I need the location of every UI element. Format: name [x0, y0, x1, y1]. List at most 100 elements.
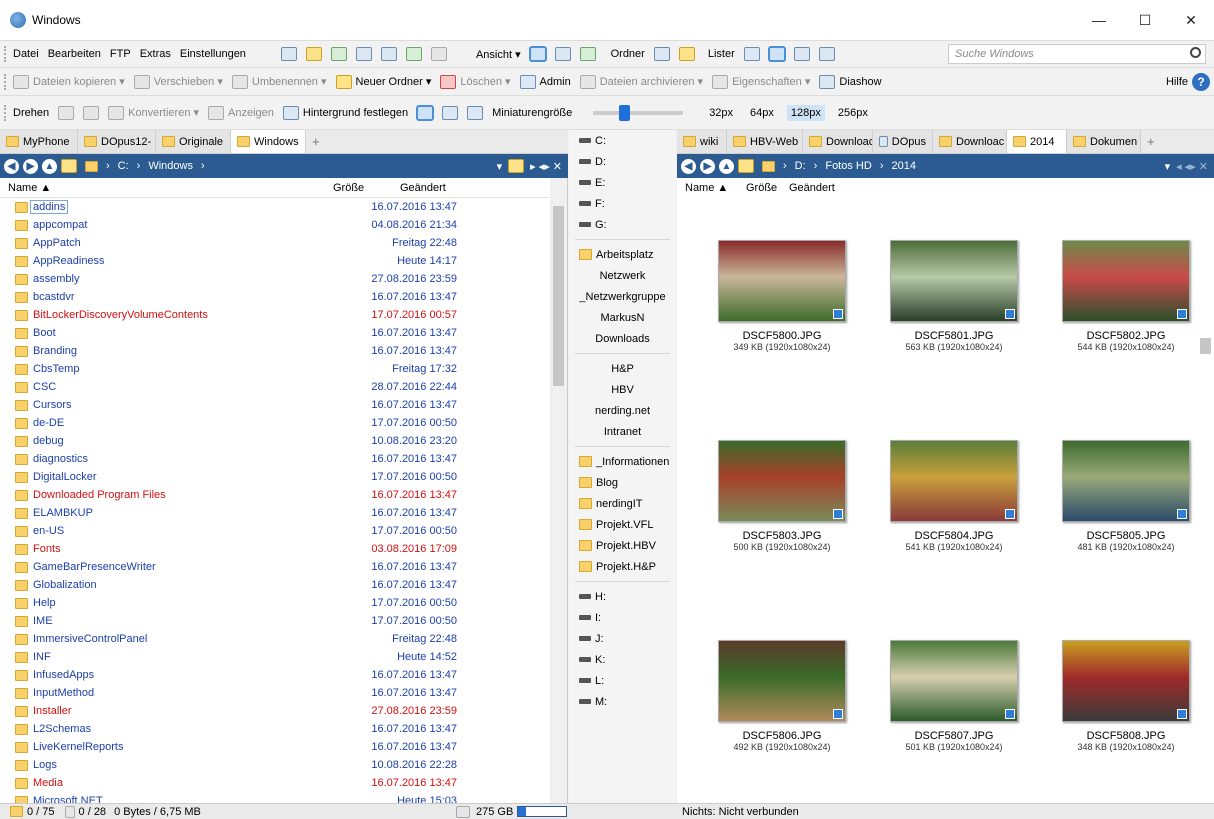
tools-icon[interactable] [430, 47, 447, 61]
drive-item[interactable]: M: [569, 691, 676, 712]
thumbnail-item[interactable]: DSCF5803.JPG 500 KB (1920x1080x24) [697, 440, 867, 552]
view-menu[interactable]: Ansicht ▾ [476, 48, 521, 61]
size-64[interactable]: 64px [746, 105, 778, 121]
table-row[interactable]: en-US 17.07.2016 00:50 [0, 522, 567, 540]
col-modified[interactable]: Geändert [400, 182, 446, 194]
size-256[interactable]: 256px [834, 105, 872, 121]
network-item[interactable]: Intranet [569, 421, 676, 442]
thumbnail-item[interactable]: DSCF5807.JPG 501 KB (1920x1080x24) [869, 640, 1039, 752]
menu-ftp[interactable]: FTP [110, 48, 131, 60]
table-row[interactable]: Microsoft.NET Heute 15:03 [0, 792, 567, 803]
set-background-button[interactable]: Hintergrund festlegen [282, 105, 408, 120]
path-nav-icon[interactable]: ▸ ◂▸ ✕ [530, 160, 562, 173]
show-button[interactable]: Anzeigen [208, 105, 274, 120]
new-tab-button[interactable]: + [306, 130, 326, 153]
breadcrumb-fotos-hd[interactable]: Fotos HD [825, 160, 871, 172]
tab-myphone[interactable]: MyPhone [0, 130, 78, 153]
tab-downloads-1[interactable]: Downloac [803, 130, 873, 153]
tab-2014[interactable]: 2014 [1007, 130, 1067, 153]
table-row[interactable]: ImmersiveControlPanel Freitag 22:48 [0, 630, 567, 648]
rotate-left-icon[interactable] [58, 105, 75, 120]
drive-item[interactable]: J: [569, 628, 676, 649]
drive-item[interactable]: D: [569, 151, 676, 172]
path-dropdown-icon[interactable]: ▾ [1165, 160, 1171, 173]
new-file-icon[interactable] [280, 47, 297, 61]
table-row[interactable]: Help 17.07.2016 00:50 [0, 594, 567, 612]
thumb-grid-icon[interactable] [467, 105, 484, 120]
place-item[interactable]: _Netzwerkgruppe [569, 286, 676, 307]
table-row[interactable]: InfusedApps 16.07.2016 13:47 [0, 666, 567, 684]
thumb-detail-icon[interactable] [442, 105, 459, 120]
network-item[interactable]: HBV [569, 379, 676, 400]
drive-item[interactable]: C: [569, 130, 676, 151]
drive-item[interactable]: I: [569, 607, 676, 628]
favorites-icon[interactable] [61, 159, 77, 173]
path-folder-icon[interactable] [508, 159, 525, 173]
properties-button[interactable]: Eigenschaften ▾ [712, 74, 810, 89]
path-nav-icon[interactable]: ◂ ◂▸ ✕ [1176, 160, 1208, 173]
col-name[interactable]: Name ▲ [8, 182, 51, 194]
size-128[interactable]: 128px [786, 104, 825, 121]
table-row[interactable]: de-DE 17.07.2016 00:50 [0, 414, 567, 432]
table-row[interactable]: Cursors 16.07.2016 13:47 [0, 396, 567, 414]
table-row[interactable]: AppReadiness Heute 14:17 [0, 252, 567, 270]
table-row[interactable]: AppPatch Freitag 22:48 [0, 234, 567, 252]
table-row[interactable]: L2Schemas 16.07.2016 13:47 [0, 720, 567, 738]
table-row[interactable]: Media 16.07.2016 13:47 [0, 774, 567, 792]
breadcrumb-d[interactable]: D: [795, 160, 806, 172]
maximize-button[interactable]: ☐ [1122, 0, 1168, 40]
lister-details-icon[interactable] [743, 47, 760, 61]
rename-button[interactable]: Umbenennen ▾ [231, 74, 327, 89]
folder-layout-icon[interactable] [678, 47, 695, 61]
table-row[interactable]: CSC 28.07.2016 22:44 [0, 378, 567, 396]
admin-button[interactable]: Admin [519, 74, 571, 89]
table-row[interactable]: Boot 16.07.2016 13:47 [0, 324, 567, 342]
layout-tree-icon[interactable] [579, 47, 596, 61]
breadcrumb-c[interactable]: C: [118, 160, 129, 172]
new-folder-button[interactable]: Neuer Ordner ▾ [335, 74, 431, 89]
close-button[interactable]: ✕ [1168, 0, 1214, 40]
menu-bearbeiten[interactable]: Bearbeiten [48, 48, 101, 60]
left-scrollbar[interactable] [550, 178, 567, 803]
table-row[interactable]: DigitalLocker 17.07.2016 00:50 [0, 468, 567, 486]
tab-originale[interactable]: Originale [156, 130, 231, 153]
favorites-icon[interactable] [738, 159, 754, 173]
table-row[interactable]: LiveKernelReports 16.07.2016 13:47 [0, 738, 567, 756]
back-icon[interactable]: ◀ [4, 158, 19, 174]
favorite-folder-item[interactable]: Projekt.HBV [569, 535, 676, 556]
col-modified[interactable]: Geändert [789, 182, 835, 194]
drive-item[interactable]: G: [569, 214, 676, 235]
tab-downloads-2[interactable]: Downloac [933, 130, 1007, 153]
slideshow-button[interactable]: Diashow [819, 74, 882, 89]
thumb-size-slider[interactable] [593, 104, 684, 121]
new-tab-button[interactable]: + [1141, 130, 1161, 153]
table-row[interactable]: appcompat 04.08.2016 21:34 [0, 216, 567, 234]
col-name[interactable]: Name ▲ [685, 182, 728, 194]
favorite-folder-item[interactable]: Projekt.H&P [569, 556, 676, 577]
thumbnail-item[interactable]: DSCF5808.JPG 348 KB (1920x1080x24) [1041, 640, 1211, 752]
table-row[interactable]: Downloaded Program Files 16.07.2016 13:47 [0, 486, 567, 504]
tab-hbv-web[interactable]: HBV-Web [727, 130, 803, 153]
table-row[interactable]: Branding 16.07.2016 13:47 [0, 342, 567, 360]
thumbnail-item[interactable]: DSCF5802.JPG 544 KB (1920x1080x24) [1041, 240, 1211, 352]
layout-single-icon[interactable] [529, 47, 546, 61]
table-row[interactable]: BitLockerDiscoveryVolumeContents 17.07.20… [0, 306, 567, 324]
tab-dopus12[interactable]: DOpus12- [78, 130, 156, 153]
thumbnail-item[interactable]: DSCF5800.JPG 349 KB (1920x1080x24) [697, 240, 867, 352]
search-icon[interactable] [1190, 47, 1201, 58]
breadcrumb-windows[interactable]: Windows [148, 160, 193, 172]
slider-knob[interactable] [619, 104, 631, 121]
table-row[interactable]: GameBarPresenceWriter 16.07.2016 13:47 [0, 558, 567, 576]
up-icon[interactable]: ▲ [42, 158, 57, 174]
lister-list-icon[interactable] [793, 47, 810, 61]
tab-dokumente[interactable]: Dokumen [1067, 130, 1141, 153]
move-button[interactable]: Verschieben ▾ [133, 74, 223, 89]
table-row[interactable]: Installer 27.08.2016 23:59 [0, 702, 567, 720]
network-item[interactable]: H&P [569, 358, 676, 379]
table-row[interactable]: Logs 10.08.2016 22:28 [0, 756, 567, 774]
thumbnail-item[interactable]: DSCF5804.JPG 541 KB (1920x1080x24) [869, 440, 1039, 552]
list-icon[interactable] [355, 47, 372, 61]
lister-preview-icon[interactable] [818, 47, 835, 61]
favorite-folder-item[interactable]: Projekt.VFL [569, 514, 676, 535]
table-row[interactable]: assembly 27.08.2016 23:59 [0, 270, 567, 288]
